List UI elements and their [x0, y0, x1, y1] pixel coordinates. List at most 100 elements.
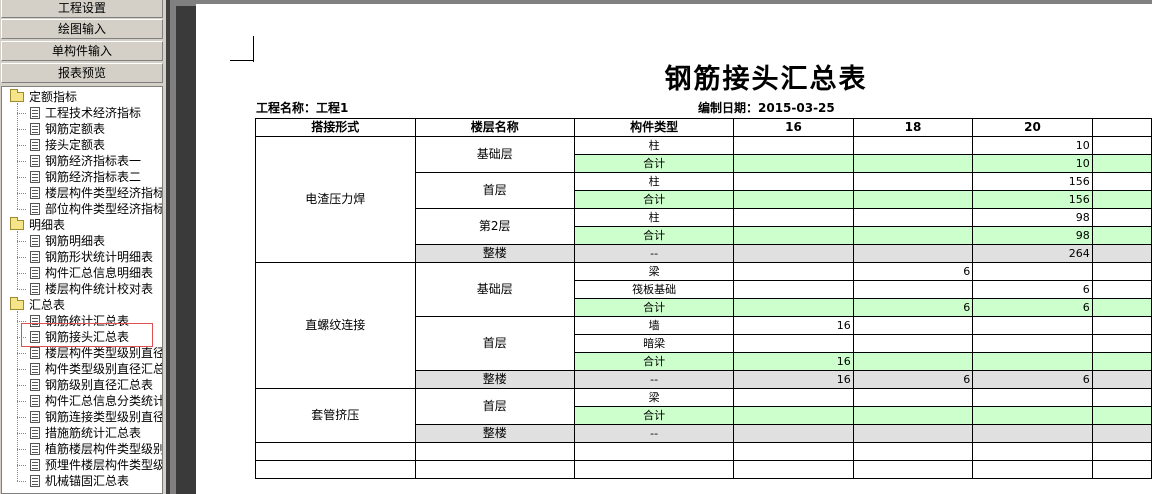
tree-folder[interactable]: 汇总表 [10, 297, 160, 313]
joint-count-cell [852, 334, 974, 353]
empty-cell [255, 442, 416, 461]
tree-item-label: 机械锚固汇总表 [45, 474, 130, 488]
report-document-icon [30, 235, 40, 247]
tree-connector [17, 353, 26, 354]
joint-count-cell [852, 352, 974, 371]
joint-count-cell [852, 190, 974, 209]
tree-connector [17, 321, 26, 322]
report-document-icon [30, 171, 40, 183]
tree-item[interactable]: 措施筋统计汇总表 [30, 425, 162, 441]
tree-item[interactable]: 钢筋经济指标表一 [30, 153, 162, 169]
header-floor-name: 楼层名称 [414, 118, 575, 137]
tree-item-label: 楼层构件类型级别直径 [45, 346, 163, 360]
tree-item[interactable]: 楼层构件类型级别直径 [30, 345, 162, 361]
empty-cell [733, 460, 854, 479]
nav-button-project-settings[interactable]: 工程设置 [1, 0, 163, 18]
tree-item-label: 部位构件类型经济指标 [45, 202, 163, 216]
component-type-cell: 合计 [573, 226, 735, 245]
joint-count-cell: 6 [852, 262, 974, 281]
tree-connector [17, 273, 26, 274]
tree-item[interactable]: 部位构件类型经济指标 [30, 201, 162, 217]
crop-mark [253, 36, 254, 62]
tree-item[interactable]: 楼层构件统计校对表 [30, 281, 162, 297]
tree-connector [17, 241, 26, 242]
overflow-cell [1091, 262, 1152, 281]
joint-count-cell: 6 [852, 298, 974, 317]
empty-cell [972, 442, 1093, 461]
component-type-cell: 柱 [573, 208, 735, 227]
total-count-cell: 264 [972, 244, 1093, 263]
total-count-cell [852, 244, 974, 263]
tree-connector [17, 433, 26, 434]
empty-cell [972, 460, 1093, 479]
report-document-icon [30, 203, 40, 215]
report-document-icon [30, 395, 40, 407]
tree-connector [17, 449, 26, 450]
report-page: 钢筋接头汇总表 工程名称：工程1 编制日期：2015-03-25 搭接形式 楼层… [196, 4, 1152, 494]
overflow-cell [1091, 352, 1152, 371]
joint-count-cell [852, 316, 974, 335]
tree-item-label: 钢筋明细表 [45, 234, 106, 248]
report-document-icon [30, 123, 40, 135]
tree-item[interactable]: 机械锚固汇总表 [30, 473, 162, 489]
tree-folder-label: 定额指标 [29, 90, 78, 104]
tree-item[interactable]: 工程技术经济指标 [30, 105, 162, 121]
report-document-icon [30, 187, 40, 199]
tree-item[interactable]: 钢筋连接类型级别直径 [30, 409, 162, 425]
overflow-cell [1091, 388, 1152, 407]
component-type-cell: 合计 [573, 298, 735, 317]
page-shadow [176, 6, 196, 494]
joint-count-cell [852, 406, 974, 425]
tree-connector [17, 129, 26, 130]
component-type-cell: 合计 [573, 406, 735, 425]
empty-cell [573, 460, 735, 479]
header-overflow [1091, 118, 1152, 137]
tree-item[interactable]: 钢筋明细表 [30, 233, 162, 249]
tree-item[interactable]: 预埋件楼层构件类型级 [30, 457, 162, 473]
summary-table: 搭接形式 楼层名称 构件类型 16 18 20 电渣压力焊 基础层柱 10 合计 10 首… [255, 118, 1152, 479]
overflow-cell [1091, 280, 1152, 299]
empty-cell [414, 442, 575, 461]
component-type-cell: 梁 [573, 262, 735, 281]
tree-item-label: 构件汇总信息分类统计 [45, 394, 163, 408]
joint-count-cell [733, 334, 854, 353]
report-document-icon [30, 459, 40, 471]
component-type-cell: 合计 [573, 352, 735, 371]
tree-item[interactable]: 钢筋形状统计明细表 [30, 249, 162, 265]
nav-button-drawing-input[interactable]: 绘图输入 [1, 19, 163, 39]
overflow-cell [1091, 154, 1152, 173]
empty-cell [733, 442, 854, 461]
tree-item-label: 楼层构件类型经济指标 [45, 186, 163, 200]
tree-item[interactable]: 构件类型级别直径汇总 [30, 361, 162, 377]
tree-connector [17, 113, 26, 114]
tree-item[interactable]: 构件汇总信息分类统计 [30, 393, 162, 409]
empty-cell [1091, 460, 1152, 479]
tree-item-label: 钢筋形状统计明细表 [45, 250, 154, 264]
nav-button-single-component-input[interactable]: 单构件输入 [1, 41, 163, 61]
tree-item[interactable]: 钢筋定额表 [30, 121, 162, 137]
joint-count-cell [972, 352, 1093, 371]
nav-button-report-preview[interactable]: 报表预览 [1, 63, 163, 83]
floor-name-cell: 基础层 [414, 136, 575, 173]
tree-connector [17, 481, 26, 482]
crop-mark [230, 60, 254, 61]
joint-count-cell [852, 388, 974, 407]
tree-item[interactable]: 钢筋级别直径汇总表 [30, 377, 162, 393]
tree-item[interactable]: 楼层构件类型经济指标 [30, 185, 162, 201]
tree-item[interactable]: 钢筋经济指标表二 [30, 169, 162, 185]
tree-folder[interactable]: 明细表 [10, 217, 160, 233]
tree-connector [17, 289, 26, 290]
joint-count-cell [733, 208, 854, 227]
tree-item[interactable]: 构件汇总信息明细表 [30, 265, 162, 281]
floor-name-cell: 首层 [414, 316, 575, 371]
report-document-icon [30, 379, 40, 391]
selected-item-highlight [21, 323, 153, 347]
report-document-icon [30, 283, 40, 295]
tree-item-label: 措施筋统计汇总表 [45, 426, 142, 440]
tree-folder[interactable]: 定额指标 [10, 89, 160, 105]
tree-item[interactable]: 接头定额表 [30, 137, 162, 153]
tree-connector [17, 369, 26, 370]
total-count-cell [852, 424, 974, 443]
tree-item[interactable]: 植筋楼层构件类型级别 [30, 441, 162, 457]
table-header-row: 搭接形式 楼层名称 构件类型 16 18 20 [255, 118, 1152, 137]
